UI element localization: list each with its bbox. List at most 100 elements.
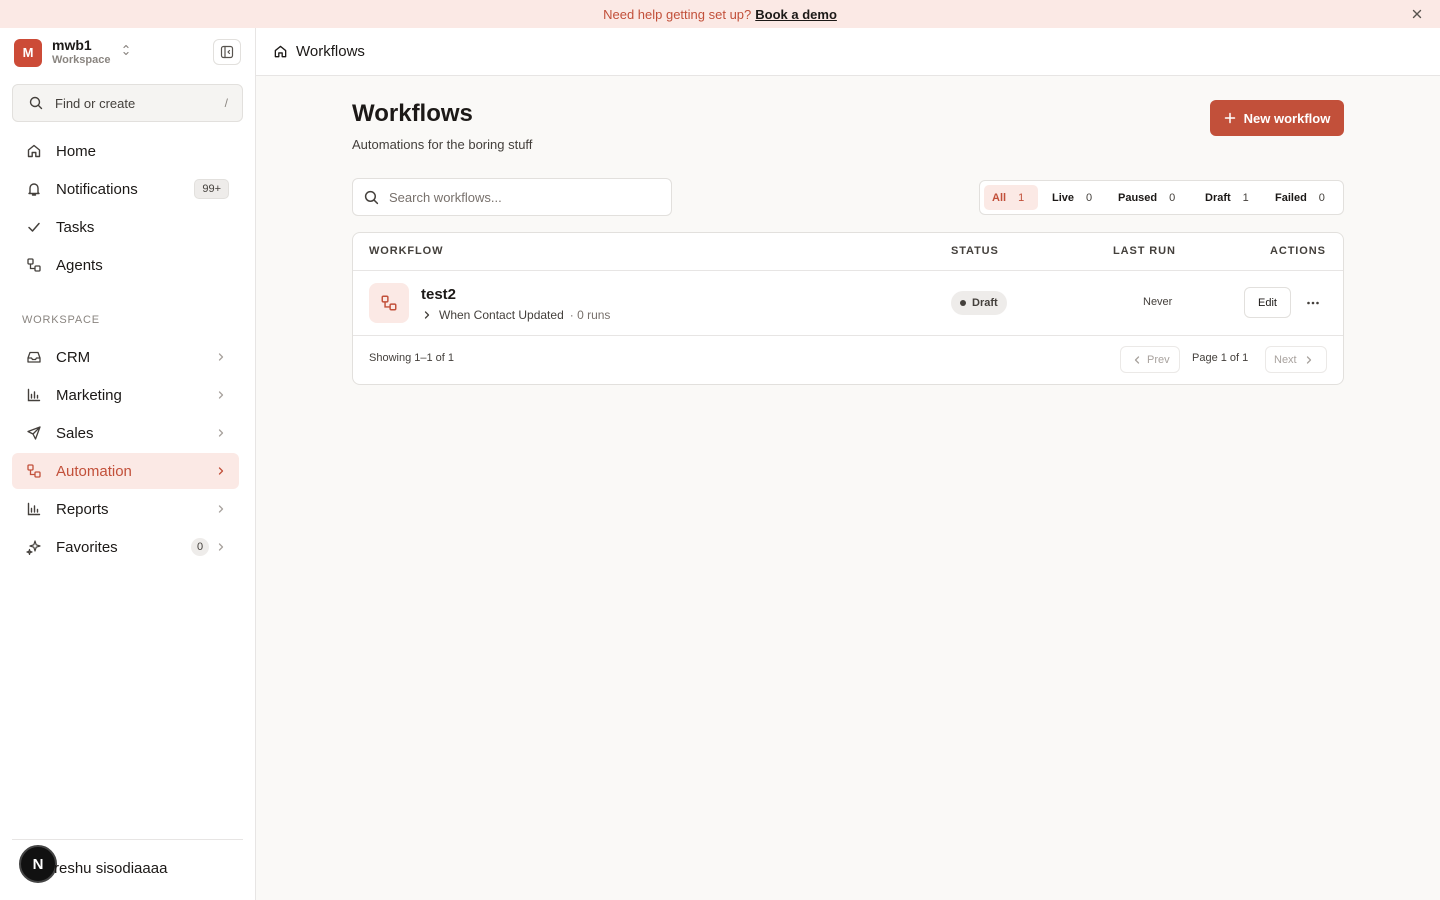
row-divider: [353, 335, 1343, 336]
check-icon: [26, 219, 42, 235]
sidebar-item-marketing[interactable]: Marketing: [12, 377, 239, 413]
sidebar-item-label: Notifications: [56, 180, 138, 198]
sidebar-item-label: Sales: [56, 424, 94, 442]
chevron-right-icon: [215, 465, 227, 477]
bar-chart-icon: [26, 387, 42, 403]
page-subtitle: Automations for the boring stuff: [352, 137, 533, 152]
filter-paused[interactable]: Paused 0: [1110, 185, 1184, 210]
sidebar-item-agents[interactable]: Agents: [12, 247, 239, 283]
chevron-right-icon: [215, 351, 227, 363]
filter-count: 0: [1318, 191, 1325, 204]
chevron-right-icon: [215, 503, 227, 515]
sidebar-item-label: CRM: [56, 348, 91, 366]
workflow-icon: [26, 257, 42, 273]
chevron-updown-icon: [121, 42, 131, 58]
workspace-avatar: M: [14, 38, 42, 67]
inbox-icon: [26, 349, 42, 365]
search-workflows-field: [352, 178, 672, 216]
sidebar-item-automation[interactable]: Automation: [12, 453, 239, 489]
sidebar-item-favorites[interactable]: Favorites 0: [12, 529, 239, 565]
section-label-workspace: WORKSPACE: [22, 314, 100, 326]
edit-button[interactable]: Edit: [1244, 287, 1291, 318]
workflow-trigger[interactable]: When Contact Updated · 0 runs: [421, 308, 610, 322]
user-menu[interactable]: N reshu sisodiaaaa: [12, 839, 243, 899]
next-page-button[interactable]: Next: [1265, 346, 1327, 373]
chevron-left-icon: [1131, 354, 1143, 366]
filter-live[interactable]: Live 0: [1044, 185, 1102, 210]
workflow-icon: [369, 283, 409, 323]
workspace-switcher[interactable]: M mwb1 Workspace: [14, 37, 129, 67]
new-workflow-button[interactable]: New workflow: [1210, 100, 1344, 136]
sidebar-item-label: Favorites: [56, 538, 118, 556]
filter-label: Paused: [1118, 191, 1158, 204]
book-demo-link[interactable]: Book a demo: [755, 7, 837, 22]
filter-label: All: [992, 191, 1007, 204]
filter-count: 1: [1018, 191, 1025, 204]
chevron-right-icon: [215, 541, 227, 553]
column-header-last-run: LAST RUN: [1113, 245, 1176, 257]
filter-failed[interactable]: Failed 0: [1267, 185, 1335, 210]
chevron-right-icon: [215, 389, 227, 401]
help-banner: Need help getting set up? Book a demo: [0, 0, 1440, 28]
filter-count: 0: [1086, 191, 1093, 204]
close-icon[interactable]: [1410, 7, 1424, 21]
sidebar-item-label: Automation: [56, 462, 132, 480]
status-badge: Draft: [951, 291, 1007, 315]
status-filter-tabs: All 1 Live 0 Paused 0 Draft 1 Failed 0: [979, 180, 1344, 215]
workflows-table: WORKFLOW STATUS LAST RUN ACTIONS test2 W…: [352, 232, 1344, 385]
status-label: Draft: [972, 297, 998, 309]
breadcrumb-current: Workflows: [296, 43, 365, 60]
user-name: reshu sisodiaaaa: [54, 860, 168, 877]
bar-chart-icon: [26, 501, 42, 517]
page-title: Workflows: [352, 100, 473, 127]
sidebar-item-tasks[interactable]: Tasks: [12, 209, 239, 245]
chevron-right-icon: [215, 427, 227, 439]
sidebar-item-sales[interactable]: Sales: [12, 415, 239, 451]
sidebar-item-label: Home: [56, 142, 97, 160]
trigger-label: When Contact Updated: [439, 308, 564, 322]
column-header-actions: ACTIONS: [1270, 245, 1326, 257]
banner-text: Need help getting set up?: [603, 6, 752, 22]
collapse-sidebar-button[interactable]: [213, 39, 241, 65]
search-input[interactable]: [389, 179, 659, 215]
new-workflow-label: New workflow: [1243, 110, 1331, 126]
run-count: · 0 runs: [569, 308, 611, 322]
prev-page-button[interactable]: Prev: [1120, 346, 1180, 373]
sidebar: M mwb1 Workspace Find or create / Home N…: [0, 28, 256, 900]
sidebar-item-label: Marketing: [56, 386, 122, 404]
filter-draft[interactable]: Draft 1: [1197, 185, 1261, 210]
more-actions-button[interactable]: [1299, 289, 1327, 317]
sidebar-item-reports[interactable]: Reports: [12, 491, 239, 527]
avatar: N: [19, 845, 57, 883]
last-run-value: Never: [1143, 296, 1173, 308]
status-dot: [960, 300, 966, 306]
workspace-subtitle: Workspace: [52, 54, 111, 66]
header-divider: [353, 270, 1343, 271]
send-icon: [26, 425, 42, 441]
filter-label: Draft: [1205, 191, 1231, 204]
sparkles-icon: [26, 539, 42, 555]
plus-icon: [1224, 112, 1244, 124]
workspace-name: mwb1: [52, 37, 92, 53]
home-icon[interactable]: [273, 44, 288, 59]
sidebar-item-label: Reports: [56, 500, 109, 518]
find-shortcut: /: [224, 96, 228, 110]
workflow-name[interactable]: test2: [421, 286, 456, 303]
notifications-badge: 99+: [194, 179, 229, 199]
prev-label: Prev: [1147, 353, 1170, 366]
sidebar-item-label: Agents: [56, 256, 103, 274]
sidebar-item-home[interactable]: Home: [12, 133, 239, 169]
filter-label: Failed: [1275, 191, 1307, 204]
search-icon: [29, 96, 43, 110]
column-header-status: STATUS: [951, 245, 999, 257]
sidebar-item-crm[interactable]: CRM: [12, 339, 239, 375]
sidebar-item-notifications[interactable]: Notifications 99+: [12, 171, 239, 207]
pagination-summary: Showing 1–1 of 1: [369, 352, 455, 364]
sidebar-item-label: Tasks: [56, 218, 95, 236]
filter-count: 1: [1242, 191, 1249, 204]
sidebar-toggle-icon: [220, 45, 234, 59]
filter-all[interactable]: All 1: [984, 185, 1038, 210]
next-label: Next: [1274, 353, 1297, 366]
filter-count: 0: [1169, 191, 1176, 204]
find-or-create-input[interactable]: Find or create /: [12, 84, 243, 122]
